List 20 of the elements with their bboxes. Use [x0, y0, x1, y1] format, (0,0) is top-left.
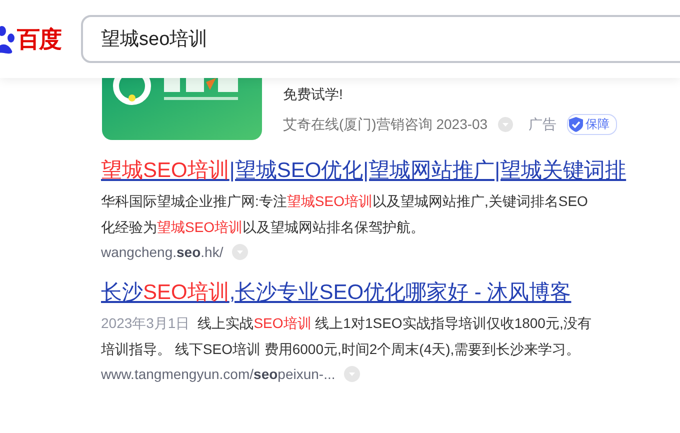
dropdown-icon[interactable]: [232, 244, 248, 260]
dropdown-icon[interactable]: [498, 117, 513, 132]
result-snippet: 华科国际望城企业推广网:专注望城SEO培训以及望城网站推广,关键词排名SEO: [101, 192, 588, 211]
result-snippet: 化经验为望城SEO培训以及望城网站排名保驾护航。: [101, 218, 425, 237]
ad-source: 艾奇在线(厦门)营销咨询 2023-03: [283, 116, 488, 134]
logo-text: 百度: [17, 24, 61, 54]
result-title-link[interactable]: 长沙SEO培训,长沙专业SEO优化哪家好 - 沐风博客: [101, 278, 572, 308]
result-snippet: 培训指导。 线下SEO培训 费用6000元,时间2个周末(4天),需要到长沙来学习。: [101, 340, 580, 359]
result-snippet: 线上实战SEO培训 线上1对1SEO实战指导培训仅收1800元,没有: [198, 314, 592, 333]
paw-icon: [0, 24, 16, 54]
dropdown-icon[interactable]: [344, 366, 360, 382]
ad-tagline: 免费试学!: [283, 86, 344, 104]
search-field[interactable]: 望城seo培训: [81, 15, 680, 63]
result-date: 2023年3月1日: [101, 314, 190, 333]
ad-label: 广告: [528, 116, 557, 134]
result-url[interactable]: wangcheng.seo.hk/: [101, 242, 224, 262]
result-url[interactable]: www.tangmengyun.com/seopeixun-...: [101, 364, 336, 384]
guarantee-badge[interactable]: 保障: [566, 114, 617, 135]
result-title-link[interactable]: 望城SEO培训|望城SEO优化|望城网站推广|望城关键词排: [101, 156, 626, 186]
shield-check-icon: [568, 117, 583, 132]
